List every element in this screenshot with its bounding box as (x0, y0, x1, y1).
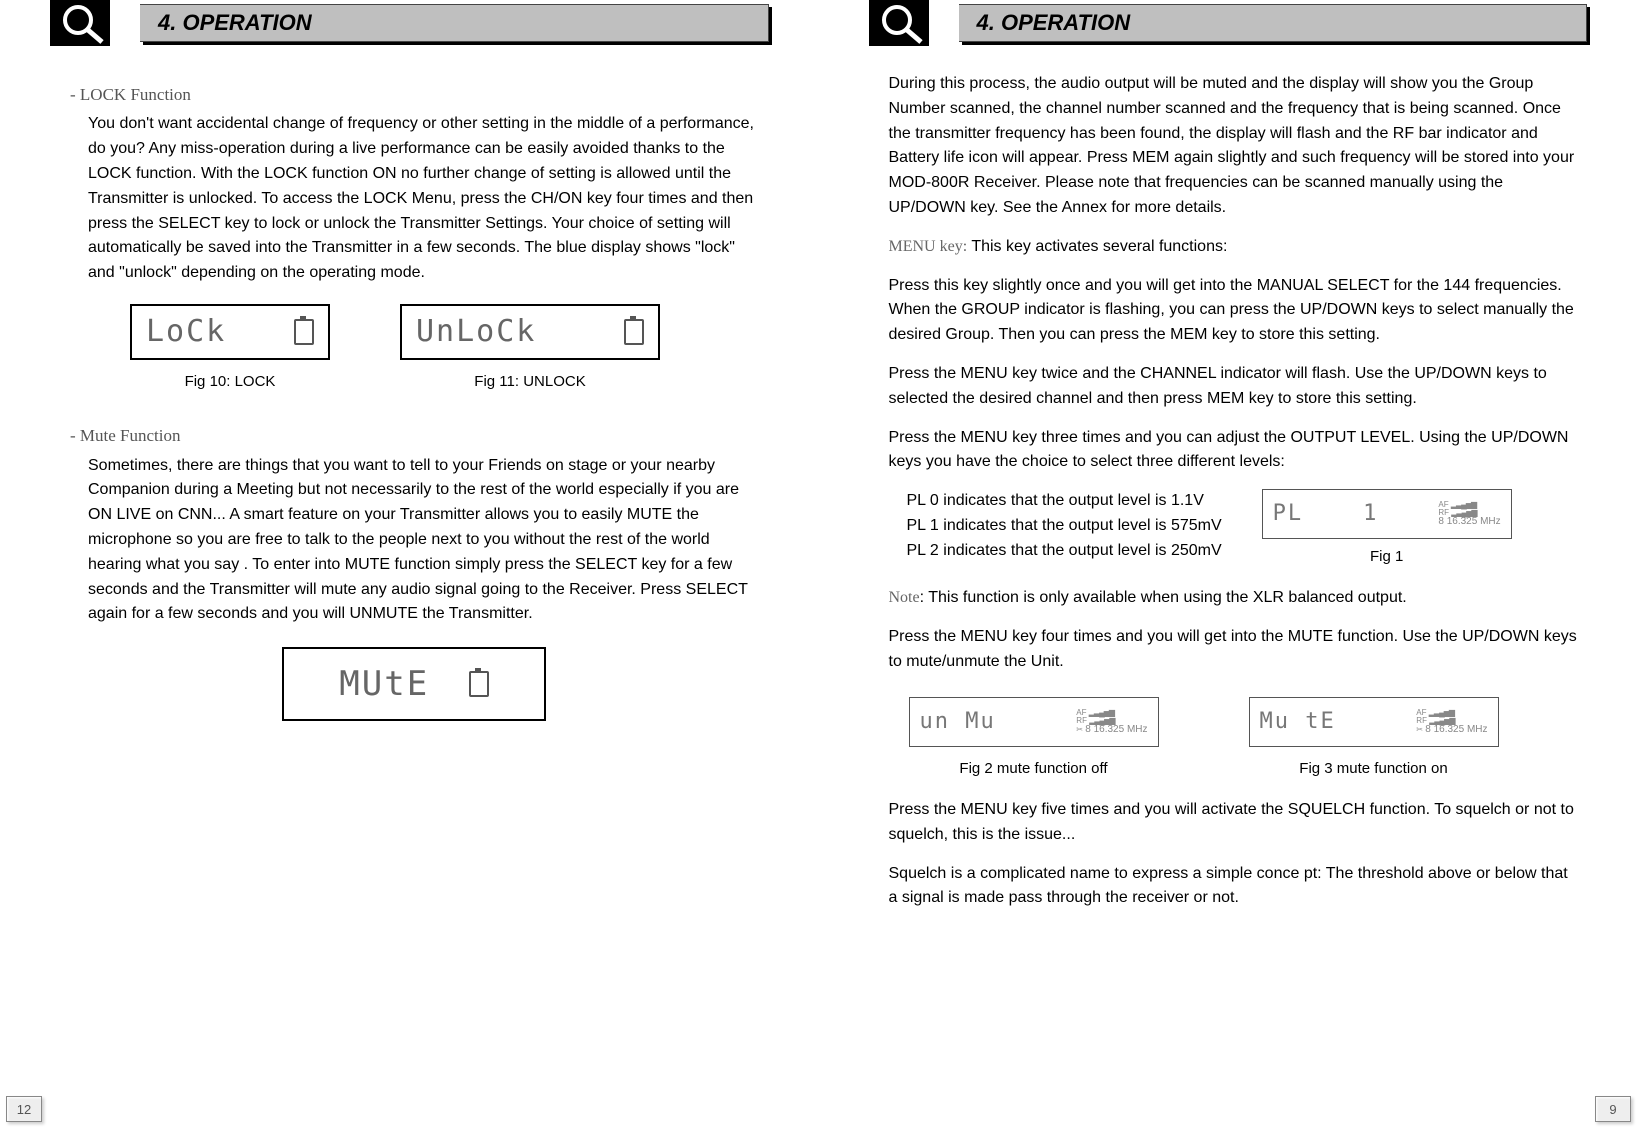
right-p2: Press this key slightly once and you wil… (889, 274, 1578, 348)
fig3-lcd: Mu tE AF ▂▃▄▅▆ RF ▂▃▄▅▆ ✂ 8 16.325 MHz (1249, 697, 1499, 747)
pl-section: PL 0 indicates that the output level is … (889, 489, 1578, 568)
fig1-right: 1 (1363, 497, 1378, 531)
menu-key-label: MENU key: (889, 238, 968, 255)
battery-icon (624, 319, 644, 345)
pl0: PL 0 indicates that the output level is … (907, 489, 1222, 514)
pl1: PL 1 indicates that the output level is … (907, 514, 1222, 539)
mute-body: Sometimes, there are things that you wan… (70, 454, 759, 628)
fig10-caption: Fig 10: LOCK (130, 370, 330, 393)
lock-body: You don't want accidental change of freq… (70, 112, 759, 286)
right-p5: Press the MENU key four times and you wi… (889, 625, 1578, 675)
meters-icon: AF ▂▃▄▅▆ RF ▂▃▄▅▆ ✂ 8 16.325 MHz (1416, 709, 1487, 735)
right-p1: During this process, the audio output wi… (889, 72, 1578, 221)
right-p7: Squelch is a complicated name to express… (889, 862, 1578, 912)
fig3-caption: Fig 3 mute function on (1249, 757, 1499, 780)
fig1-caption: Fig 1 (1262, 545, 1512, 568)
fig1-lcd: PL 1 AF ▂▃▄▅▆ RF ▂▃▄▅▆ 8 16.325 MHz (1262, 489, 1512, 539)
fig3-text: Mu tE (1260, 705, 1336, 739)
fig10: LoCk Fig 10: LOCK (130, 304, 330, 393)
right-header: 4. OPERATION (869, 4, 1588, 42)
fig2: un Mu AF ▂▃▄▅▆ RF ▂▃▄▅▆ ✂ 8 16.325 MHz F… (909, 697, 1159, 780)
fig1: PL 1 AF ▂▃▄▅▆ RF ▂▃▄▅▆ 8 16.325 MHz Fig … (1262, 489, 1512, 568)
fig3: Mu tE AF ▂▃▄▅▆ RF ▂▃▄▅▆ ✂ 8 16.325 MHz F… (1249, 697, 1499, 780)
fig11: UnLoCk Fig 11: UNLOCK (400, 304, 660, 393)
fig11-caption: Fig 11: UNLOCK (400, 370, 660, 393)
left-header: 4. OPERATION (50, 4, 769, 42)
left-page: 4. OPERATION - LOCK Function You don't w… (0, 0, 819, 1128)
fig2-text: un Mu (920, 705, 996, 739)
fig2-caption: Fig 2 mute function off (909, 757, 1159, 780)
right-p6: Press the MENU key five times and you wi… (889, 798, 1578, 848)
fig1-left: PL (1273, 497, 1304, 531)
pl2: PL 2 indicates that the output level is … (907, 539, 1222, 564)
menu-key-intro: This key activates several functions: (967, 238, 1227, 255)
note-label: Note (889, 589, 920, 606)
lock-heading: - LOCK Function (70, 82, 759, 108)
page-num-right: 9 (1595, 1096, 1631, 1122)
fig2-lcd: un Mu AF ▂▃▄▅▆ RF ▂▃▄▅▆ ✂ 8 16.325 MHz (909, 697, 1159, 747)
mute-heading: - Mute Function (70, 423, 759, 449)
battery-icon (294, 319, 314, 345)
menu-key-line: MENU key: This key activates several fun… (889, 235, 1578, 260)
fig10-lcd: LoCk (130, 304, 330, 360)
fig10-text: LoCk (146, 309, 226, 356)
magnifier-icon (50, 0, 140, 46)
meters-icon: AF ▂▃▄▅▆ RF ▂▃▄▅▆ ✂ 8 16.325 MHz (1076, 709, 1147, 735)
fig11-lcd: UnLoCk (400, 304, 660, 360)
note-body: : This function is only available when u… (920, 589, 1407, 606)
battery-icon (469, 671, 489, 697)
right-p4: Press the MENU key three times and you c… (889, 426, 1578, 476)
mute-lcd: MUtE (282, 647, 546, 721)
left-header-title: 4. OPERATION (158, 10, 312, 36)
magnifier-icon (869, 0, 959, 46)
right-header-title: 4. OPERATION (977, 10, 1131, 36)
note-line: Note: This function is only available wh… (889, 586, 1578, 611)
fig11-text: UnLoCk (416, 309, 536, 356)
right-p3: Press the MENU key twice and the CHANNEL… (889, 362, 1578, 412)
right-page: 4. OPERATION During this process, the au… (819, 0, 1637, 1128)
meters-icon: AF ▂▃▄▅▆ RF ▂▃▄▅▆ 8 16.325 MHz (1438, 501, 1500, 527)
page-num-left: 12 (6, 1096, 42, 1122)
mute-lcd-text: MUtE (339, 658, 429, 711)
